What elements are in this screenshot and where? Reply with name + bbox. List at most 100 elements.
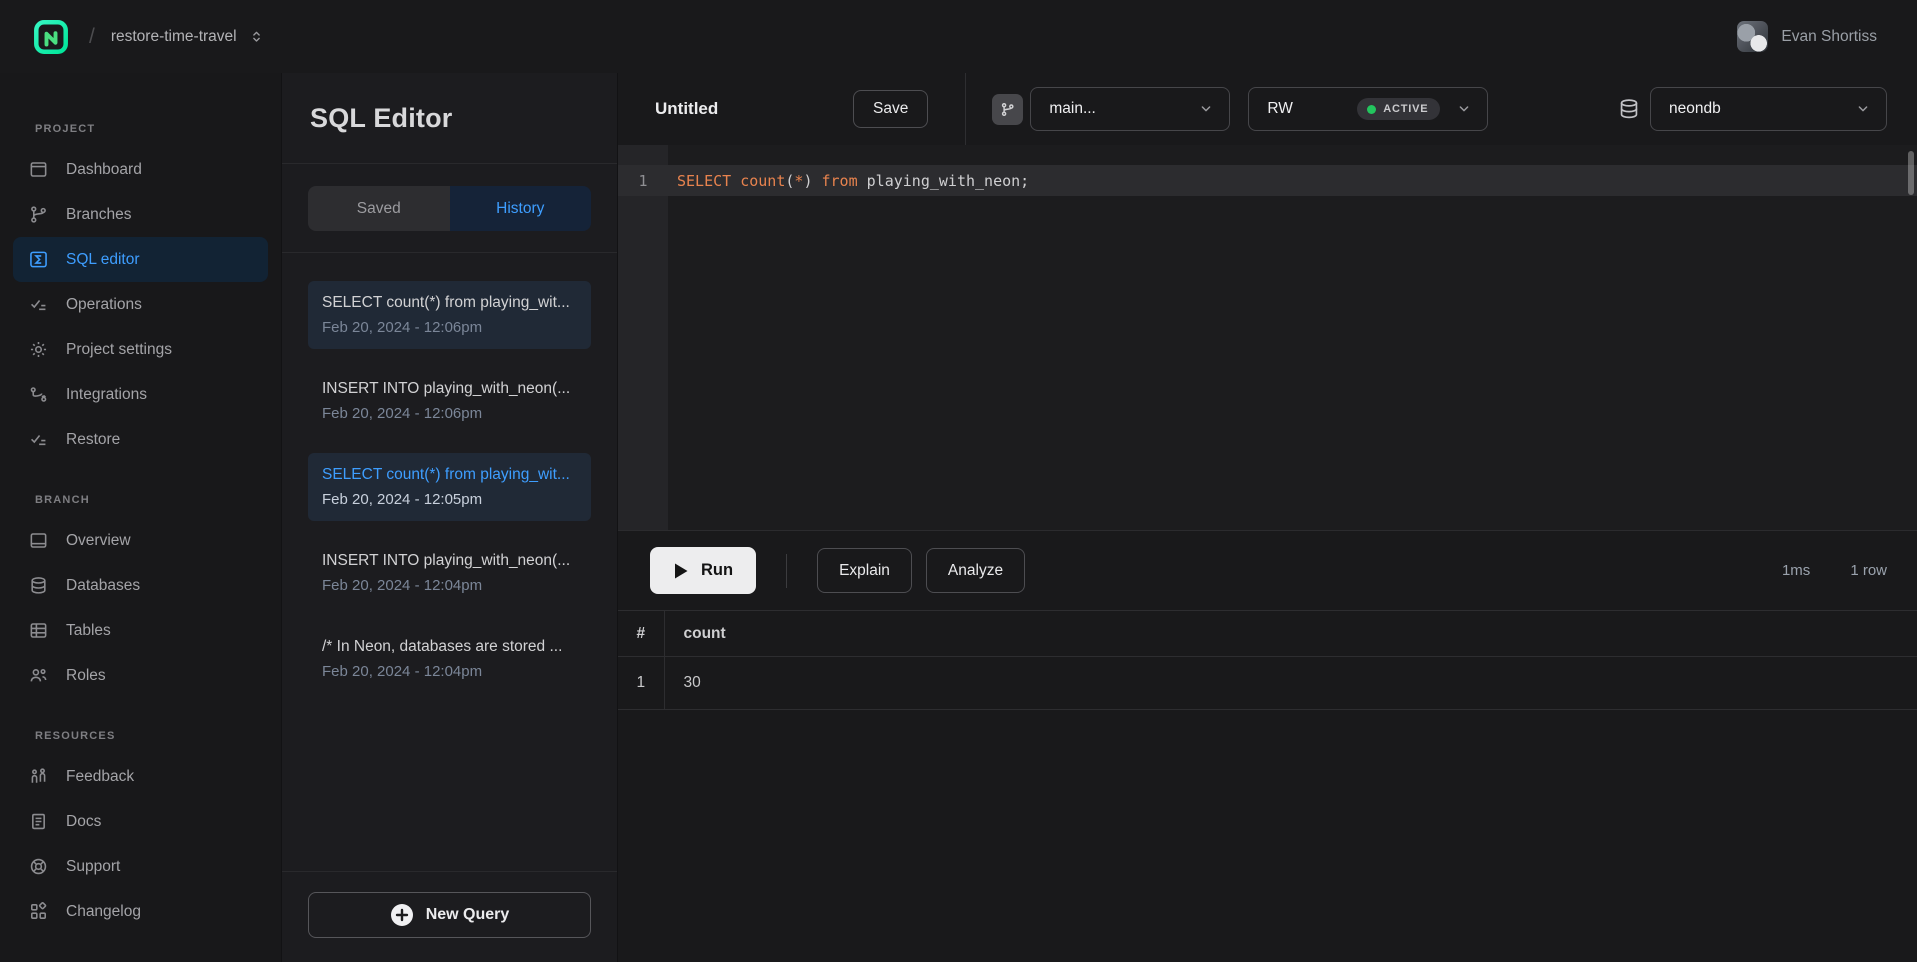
section-label-branch: BRANCH: [35, 494, 281, 506]
lifebuoy-icon: [28, 856, 49, 877]
sidebar-item-label: Roles: [66, 667, 106, 685]
database-chip-icon: [1617, 97, 1641, 121]
sidebar-item-feedback[interactable]: Feedback: [13, 754, 268, 799]
overview-icon: [28, 530, 49, 551]
sidebar: PROJECT Dashboard Branches SQL editor: [0, 73, 281, 962]
query-stats: 1ms 1 row: [1782, 562, 1887, 579]
history-timestamp: Feb 20, 2024 - 12:06pm: [322, 319, 577, 336]
breadcrumb-separator: /: [89, 25, 95, 49]
sidebar-item-label: SQL editor: [66, 251, 140, 269]
sql-editor-icon: [28, 249, 49, 270]
editor-pane: Untitled Save main... RW ACTIVE: [618, 73, 1917, 962]
active-dot-icon: [1367, 105, 1376, 114]
new-query-label: New Query: [426, 906, 510, 924]
sidebar-item-restore[interactable]: Restore: [13, 417, 268, 462]
sidebar-item-changelog[interactable]: Changelog: [13, 889, 268, 934]
history-query: SELECT count(*) from playing_wit...: [322, 466, 577, 484]
restore-icon: [28, 429, 49, 450]
sidebar-item-overview[interactable]: Overview: [13, 518, 268, 563]
user-name: Evan Shortiss: [1781, 28, 1877, 46]
query-actions-bar: Run Explain Analyze 1ms 1 row: [618, 530, 1917, 610]
play-icon: [673, 562, 689, 580]
actions-divider: [786, 554, 787, 588]
branch-chip-icon: [992, 94, 1023, 125]
sidebar-item-label: Changelog: [66, 903, 141, 921]
page-title: SQL Editor: [310, 103, 453, 134]
sidebar-item-integrations[interactable]: Integrations: [13, 372, 268, 417]
run-label: Run: [701, 561, 733, 580]
database-select[interactable]: neondb: [1650, 87, 1887, 131]
sidebar-item-operations[interactable]: Operations: [13, 282, 268, 327]
history-query: /* In Neon, databases are stored ...: [322, 638, 577, 656]
gear-icon: [28, 339, 49, 360]
database-select-value: neondb: [1669, 100, 1845, 118]
compute-select-value: RW: [1267, 100, 1347, 118]
user-avatar: [1737, 21, 1768, 52]
history-query: INSERT INTO playing_with_neon(...: [322, 380, 577, 398]
table-icon: [28, 620, 49, 641]
chevron-down-icon: [1456, 101, 1472, 117]
tab-history[interactable]: History: [450, 186, 592, 231]
row-index-cell: 1: [618, 657, 664, 710]
history-item[interactable]: INSERT INTO playing_with_neon(... Feb 20…: [308, 367, 591, 435]
history-item-selected[interactable]: SELECT count(*) from playing_wit... Feb …: [308, 453, 591, 521]
branch-icon: [999, 101, 1016, 118]
sidebar-item-support[interactable]: Support: [13, 844, 268, 889]
integrations-icon: [28, 384, 49, 405]
sidebar-item-dashboard[interactable]: Dashboard: [13, 147, 268, 192]
new-query-button[interactable]: New Query: [308, 892, 591, 938]
tabs-container: Saved History: [282, 164, 617, 253]
history-item[interactable]: INSERT INTO playing_with_neon(... Feb 20…: [308, 539, 591, 607]
sort-chevrons-icon: [249, 29, 264, 44]
sql-code-editor[interactable]: 1 SELECT count(*) from playing_with_neon…: [618, 145, 1917, 530]
branch-select[interactable]: main...: [1030, 87, 1230, 131]
sidebar-item-project-settings[interactable]: Project settings: [13, 327, 268, 372]
users-icon: [28, 665, 49, 686]
sidebar-item-tables[interactable]: Tables: [13, 608, 268, 653]
project-selector[interactable]: restore-time-travel: [111, 28, 264, 46]
saved-history-tabs: Saved History: [308, 186, 591, 231]
history-list: SELECT count(*) from playing_wit... Feb …: [282, 253, 617, 871]
run-button[interactable]: Run: [650, 547, 756, 594]
editor-scrollbar[interactable]: [1908, 151, 1914, 195]
sidebar-item-databases[interactable]: Databases: [13, 563, 268, 608]
user-menu[interactable]: Evan Shortiss: [1737, 21, 1877, 52]
panel-footer: New Query: [282, 871, 617, 962]
changelog-icon: [28, 901, 49, 922]
database-icon: [1617, 97, 1641, 121]
sidebar-item-label: Project settings: [66, 341, 172, 359]
sidebar-item-branches[interactable]: Branches: [13, 192, 268, 237]
database-icon: [28, 575, 49, 596]
compute-select[interactable]: RW ACTIVE: [1248, 87, 1488, 131]
code-line-1: 1 SELECT count(*) from playing_with_neon…: [618, 165, 1917, 196]
query-tab-title: Untitled: [655, 99, 853, 119]
results-header-row: # count: [618, 611, 1917, 657]
sidebar-item-sql-editor[interactable]: SQL editor: [13, 237, 268, 282]
history-item[interactable]: /* In Neon, databases are stored ... Feb…: [308, 625, 591, 693]
column-header-count: count: [664, 611, 1917, 657]
sidebar-item-docs[interactable]: Docs: [13, 799, 268, 844]
history-query: INSERT INTO playing_with_neon(...: [322, 552, 577, 570]
docs-icon: [28, 811, 49, 832]
history-timestamp: Feb 20, 2024 - 12:04pm: [322, 577, 577, 594]
explain-button[interactable]: Explain: [817, 548, 912, 593]
chevron-down-icon: [1855, 101, 1871, 117]
top-bar: / restore-time-travel Evan Shortiss: [0, 0, 1917, 73]
panel-header: SQL Editor: [282, 73, 617, 164]
sidebar-item-roles[interactable]: Roles: [13, 653, 268, 698]
history-item[interactable]: SELECT count(*) from playing_wit... Feb …: [308, 281, 591, 349]
branch-select-value: main...: [1049, 100, 1188, 118]
query-row-count: 1 row: [1850, 562, 1887, 579]
line-number-gutter: [618, 145, 668, 530]
editor-toolbar: Untitled Save main... RW ACTIVE: [618, 73, 1917, 145]
line-number: 1: [618, 172, 668, 190]
tab-saved[interactable]: Saved: [308, 186, 450, 231]
analyze-button[interactable]: Analyze: [926, 548, 1025, 593]
sidebar-item-label: Feedback: [66, 768, 134, 786]
status-badge-label: ACTIVE: [1383, 103, 1428, 115]
sidebar-item-label: Support: [66, 858, 120, 876]
neon-logo-icon[interactable]: [33, 19, 69, 55]
table-row[interactable]: 1 30: [618, 657, 1917, 710]
feedback-icon: [28, 766, 49, 787]
save-button[interactable]: Save: [853, 90, 928, 128]
